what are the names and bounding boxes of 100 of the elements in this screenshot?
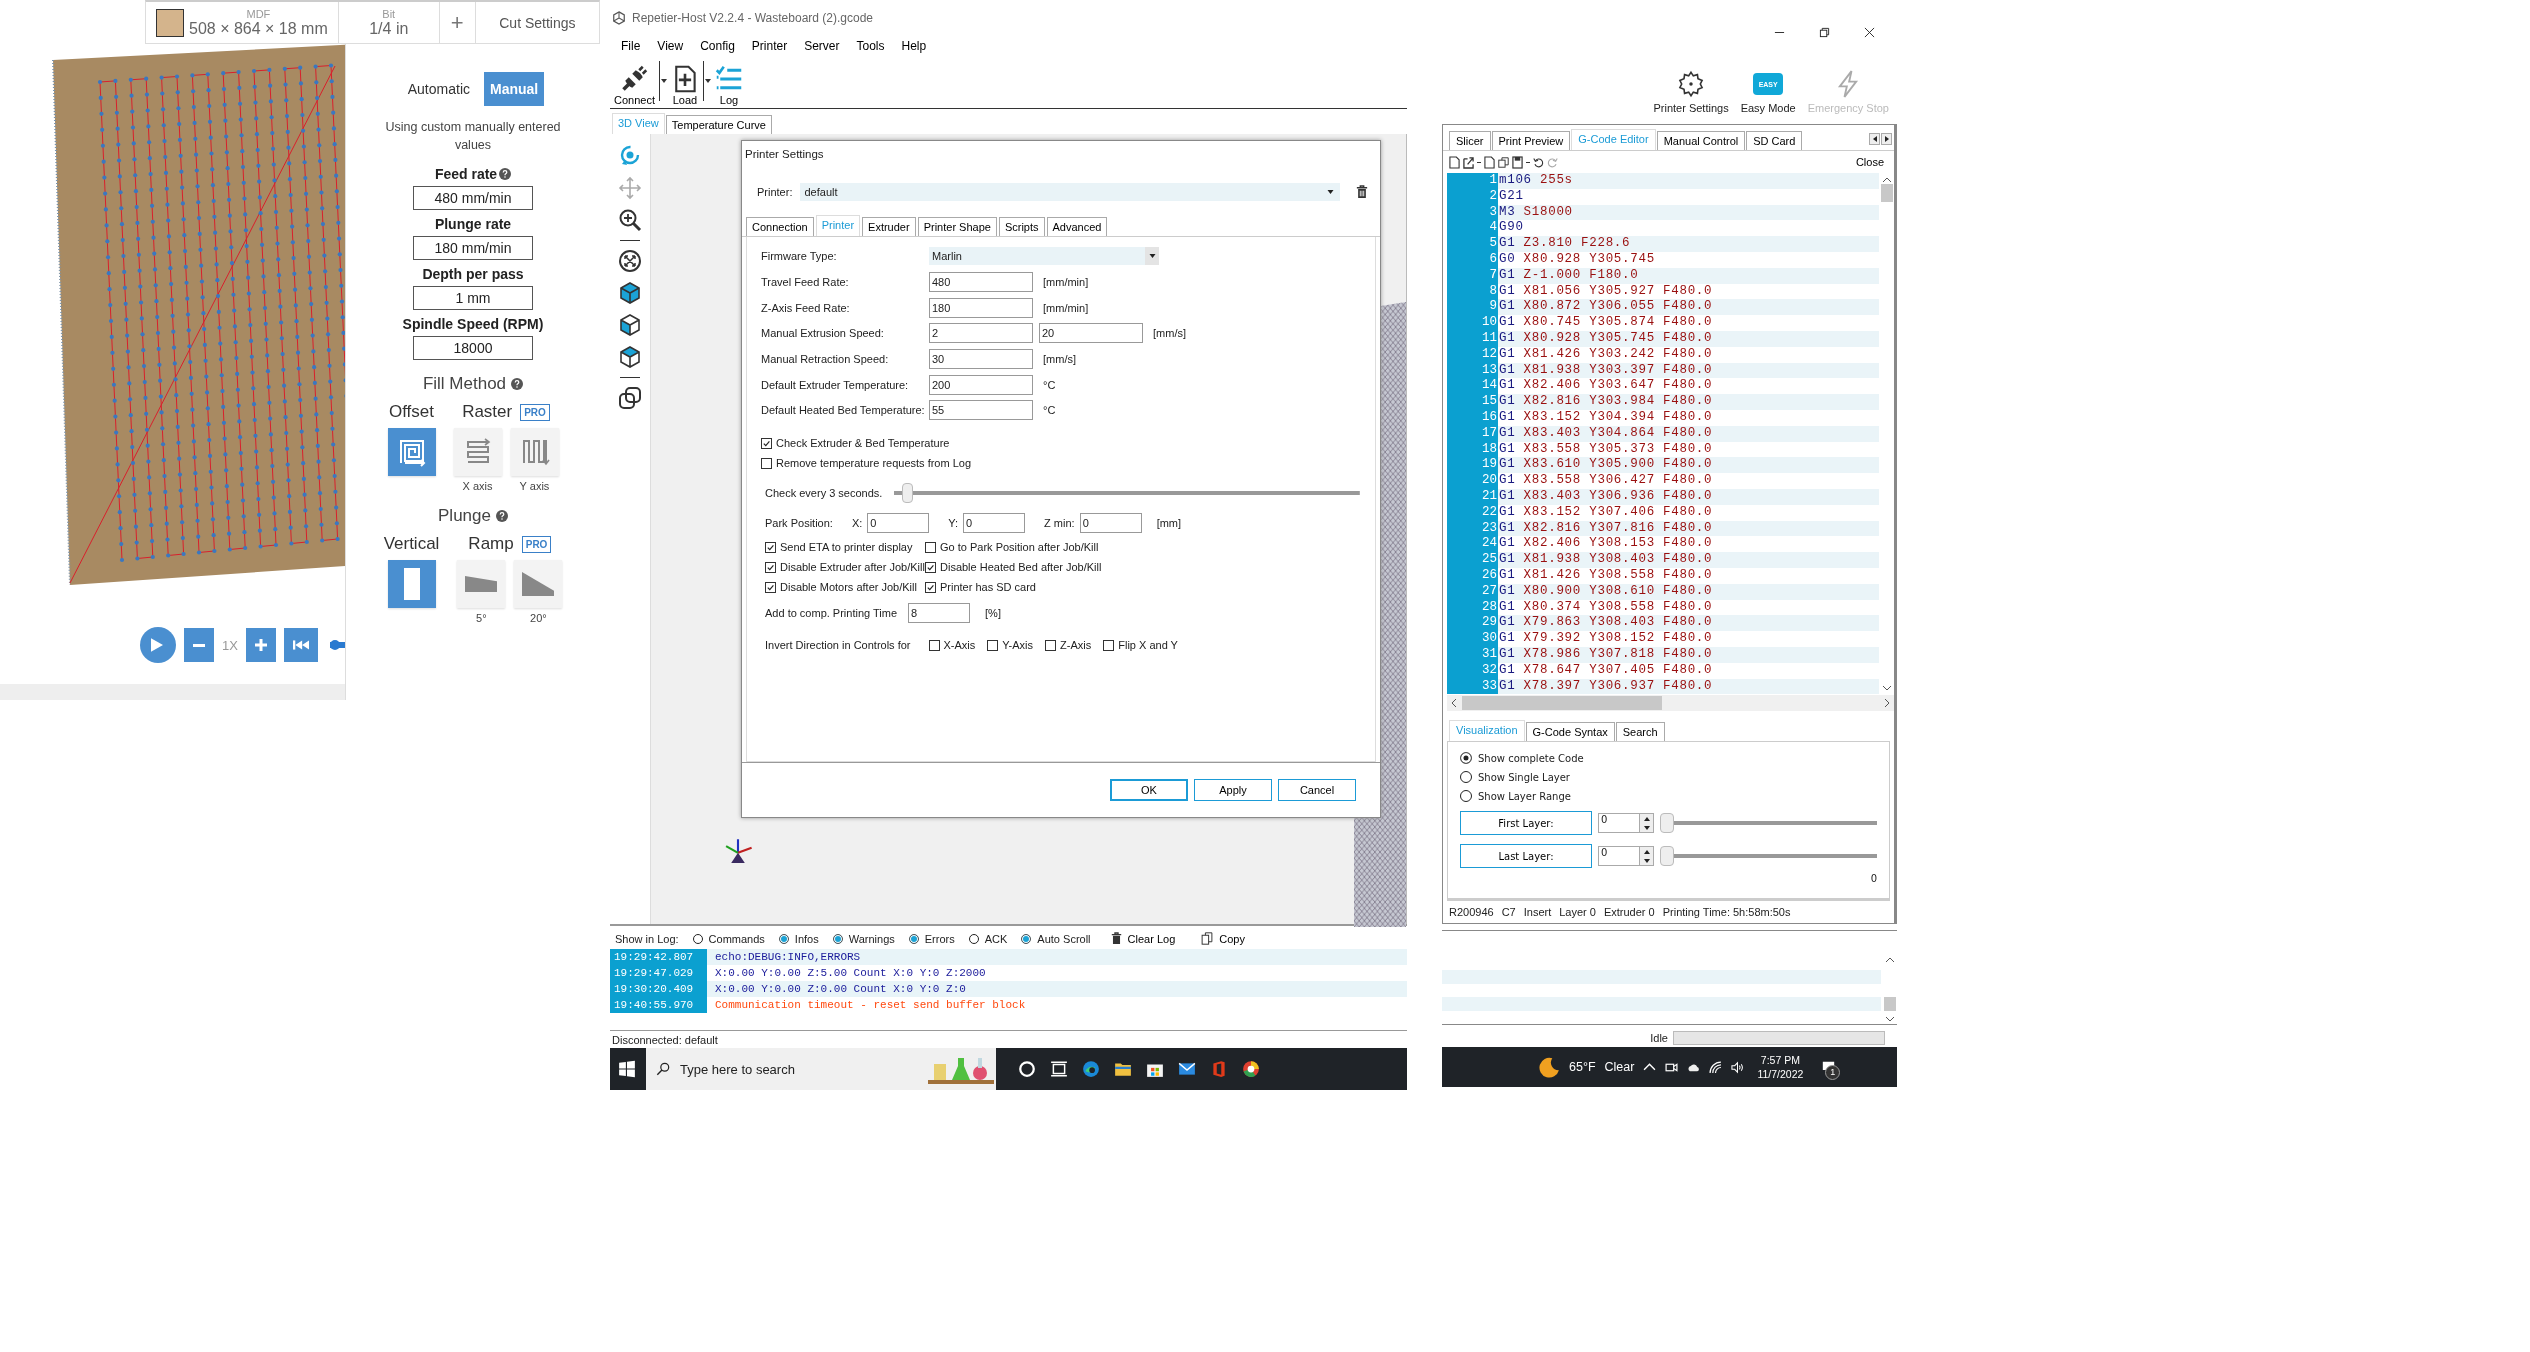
checkbox[interactable] <box>761 437 772 449</box>
dialog-button[interactable]: OK <box>1110 779 1188 802</box>
input-field[interactable]: 30 <box>929 348 1033 369</box>
log-filter-toggle[interactable] <box>968 933 979 944</box>
cube-icon[interactable] <box>618 345 642 370</box>
dropdown-arrow-icon[interactable] <box>661 78 667 83</box>
firmware-dropdown[interactable]: Marlin <box>929 247 1159 266</box>
slider-thumb[interactable] <box>901 483 913 504</box>
speaker-icon[interactable] <box>1731 1060 1745 1074</box>
folder-icon[interactable] <box>1114 1060 1132 1078</box>
file-icon[interactable] <box>1484 155 1495 169</box>
up-arrow-icon[interactable] <box>1643 849 1650 854</box>
settings-tab[interactable]: Connection <box>746 217 814 237</box>
copy-objects-icon[interactable] <box>618 386 642 411</box>
checkbox[interactable] <box>765 561 776 573</box>
slower-button[interactable] <box>184 628 214 662</box>
menu-item[interactable]: Printer <box>746 35 796 56</box>
up-arrow-icon[interactable] <box>1643 816 1650 821</box>
log-filter-toggle[interactable] <box>832 933 843 944</box>
input-field[interactable]: 2 <box>929 323 1033 344</box>
log-action-button[interactable]: Clear Log <box>1104 932 1182 946</box>
input-field[interactable]: 55 <box>929 400 1033 421</box>
settings-tab[interactable]: Printer Shape <box>917 217 997 237</box>
rewind-button[interactable] <box>283 628 318 662</box>
faster-button[interactable] <box>245 628 276 662</box>
dialog-button[interactable]: Apply <box>1194 779 1272 802</box>
menu-item[interactable]: Help <box>896 35 935 56</box>
undo-icon[interactable] <box>1533 155 1544 169</box>
panel-tab[interactable]: Manual Control <box>1656 131 1746 150</box>
help-icon[interactable] <box>499 168 512 180</box>
radio-button[interactable] <box>1460 752 1472 764</box>
export-icon[interactable] <box>1463 155 1474 169</box>
printer-dropdown[interactable]: default <box>800 183 1340 202</box>
wifi-icon[interactable] <box>1709 1060 1723 1074</box>
progress-slider[interactable] <box>329 640 345 650</box>
close-icon[interactable] <box>1864 27 1875 38</box>
camera-icon[interactable] <box>1665 1060 1679 1074</box>
log-action-button[interactable]: Copy <box>1195 932 1251 946</box>
method-option[interactable] <box>457 560 506 608</box>
save-icon[interactable] <box>1512 155 1523 169</box>
new-file-icon[interactable] <box>1449 155 1460 169</box>
slider-thumb[interactable] <box>329 640 340 650</box>
menu-item[interactable]: File <box>616 35 649 56</box>
radio-button[interactable] <box>1460 771 1472 783</box>
settings-tab[interactable]: Scripts <box>998 217 1045 237</box>
scrollbar-thumb[interactable] <box>1883 997 1896 1011</box>
cube-icon[interactable] <box>618 281 642 306</box>
close-editor-button[interactable]: Close <box>1849 155 1890 169</box>
input-field[interactable]: 0 <box>963 513 1026 534</box>
office-icon[interactable] <box>1210 1060 1228 1078</box>
scrollbar-thumb[interactable] <box>1462 696 1662 710</box>
checkbox[interactable] <box>761 457 772 469</box>
panel-tab[interactable]: Search <box>1615 722 1665 741</box>
toolbar-button[interactable]: Log <box>713 64 745 106</box>
zoom-in-icon[interactable] <box>618 208 642 233</box>
settings-tab[interactable]: Extruder <box>862 217 916 237</box>
input-field[interactable]: 1 mm <box>413 286 533 310</box>
input-field[interactable]: 480 <box>929 271 1033 292</box>
checkbox[interactable] <box>925 581 936 593</box>
method-option[interactable] <box>453 428 502 476</box>
input-field[interactable]: 200 <box>929 374 1033 395</box>
layer-spinner[interactable]: 0 <box>1598 813 1654 833</box>
panel-tab[interactable]: G-Code Syntax <box>1525 722 1615 741</box>
cube-icon[interactable] <box>618 313 642 338</box>
down-arrow-icon[interactable] <box>1643 858 1650 863</box>
play-button[interactable] <box>140 627 176 663</box>
restore-icon[interactable] <box>1819 27 1830 38</box>
windows-start-icon[interactable] <box>618 1060 636 1078</box>
scroll-right-button[interactable] <box>1881 133 1892 145</box>
slider-thumb[interactable] <box>1660 846 1674 866</box>
toolbar-button[interactable]: Printer Settings <box>1651 70 1731 124</box>
help-icon[interactable] <box>495 510 508 522</box>
cortana-icon[interactable] <box>1018 1060 1036 1078</box>
method-option[interactable] <box>387 560 436 608</box>
taskbar-search-field[interactable]: Type here to search <box>646 1048 996 1090</box>
input-field[interactable]: 480 mm/min <box>413 186 533 210</box>
checkbox[interactable] <box>765 541 776 553</box>
task-view-icon[interactable] <box>1050 1060 1068 1078</box>
mail-icon[interactable] <box>1178 1060 1196 1078</box>
method-option[interactable] <box>514 560 563 608</box>
input-field[interactable]: 180 <box>929 297 1033 318</box>
trash-icon[interactable] <box>1356 185 1368 200</box>
browser-icon[interactable] <box>1242 1060 1260 1078</box>
settings-tab[interactable]: Advanced <box>1046 217 1108 237</box>
material-selector[interactable]: MDF 508 × 864 × 18 mm <box>146 2 339 43</box>
checkbox[interactable] <box>1103 639 1115 651</box>
toolbar-button[interactable]: Load <box>669 64 701 106</box>
radio-button[interactable] <box>1460 790 1472 802</box>
layer-button[interactable]: Last Layer: <box>1460 844 1592 868</box>
panel-tab[interactable]: SD Card <box>1746 131 1803 150</box>
down-arrow-icon[interactable] <box>1643 825 1650 830</box>
checkbox[interactable] <box>765 581 776 593</box>
checkbox[interactable] <box>925 541 936 553</box>
horizontal-scrollbar[interactable] <box>1447 695 1894 711</box>
toolbar-button[interactable]: Connect <box>612 64 657 106</box>
scroll-left-button[interactable] <box>1869 133 1880 145</box>
layer-spinner[interactable]: 0 <box>1598 846 1654 866</box>
scrollbar-thumb[interactable] <box>1880 184 1893 202</box>
panel-tab[interactable]: Slicer <box>1449 131 1491 150</box>
input-field[interactable]: 0 <box>867 513 930 534</box>
